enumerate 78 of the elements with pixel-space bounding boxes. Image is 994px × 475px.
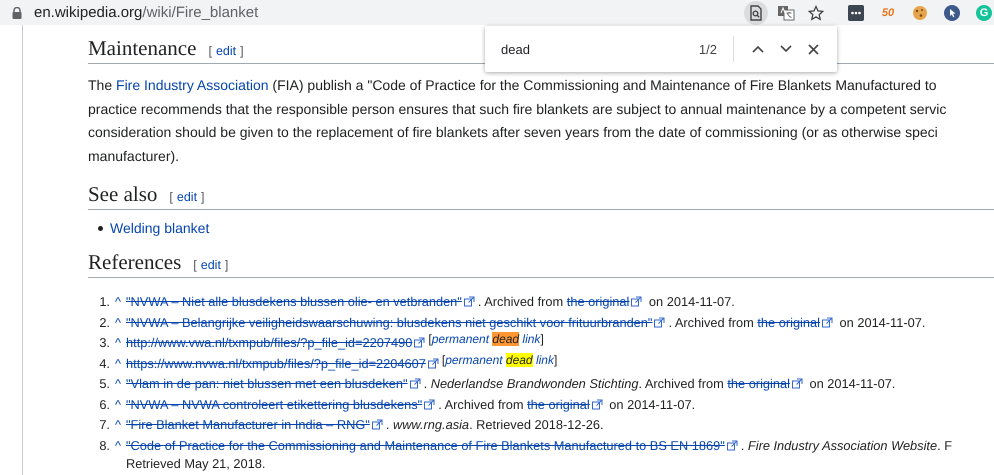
backlink[interactable]: ^ xyxy=(115,436,122,456)
backlink[interactable]: ^ xyxy=(115,354,122,374)
external-link-icon xyxy=(822,316,833,328)
citation-text: . www.rng.asia. Retrieved 2018-12-26. xyxy=(386,417,604,432)
close-icon[interactable] xyxy=(808,44,819,54)
reference-link[interactable]: "Fire Blanket Manufacturer in India – RNG" xyxy=(126,417,370,432)
backlink[interactable]: ^ xyxy=(115,394,122,415)
reference-number: 6. xyxy=(98,396,110,414)
cookie-icon[interactable] xyxy=(912,4,928,20)
citation-text: on 2014-11-07. xyxy=(838,314,926,330)
reference-link[interactable]: "NVWA – Niet alle blusdekens blussen olie- en vetbranden" xyxy=(126,294,462,309)
extension-icon[interactable] xyxy=(848,4,864,20)
edit-link[interactable]: edit xyxy=(200,258,221,272)
find-icon[interactable] xyxy=(744,0,768,24)
citation-text: on 2014-11-07. xyxy=(608,396,696,412)
external-link-icon xyxy=(428,358,439,368)
up-icon[interactable] xyxy=(752,45,764,53)
reference-link[interactable]: the original xyxy=(757,314,820,330)
citation-text: Retrieved May 21, 2018. xyxy=(126,456,266,471)
down-icon[interactable] xyxy=(780,45,792,53)
dead-link-tag[interactable]: [permanent dead link] xyxy=(442,352,558,366)
backlink[interactable]: ^ xyxy=(115,292,122,312)
external-link-icon xyxy=(464,296,475,307)
citation-text: . Archived from xyxy=(668,314,755,330)
section-heading: References [ edit ] xyxy=(88,250,994,278)
reference-link[interactable]: "NVWA – NVWA controleert etikettering blusdekens" xyxy=(126,396,422,412)
edit-link[interactable]: edit xyxy=(176,190,198,204)
bracket: ] xyxy=(201,190,205,204)
reference-link[interactable]: "Vlam in de pan: niet blussen met een blusdeken" xyxy=(126,376,408,391)
section-heading: See also [ edit ] xyxy=(88,182,994,210)
bracket: [ xyxy=(208,44,212,58)
backlink[interactable]: ^ xyxy=(115,333,122,354)
external-link-icon xyxy=(726,440,738,450)
reference-number: 8. xyxy=(98,436,110,454)
citation-text: . Fire Industry Association Website. F xyxy=(740,438,952,452)
reference-link[interactable]: https://www.nvwa.nl/txmpub/files/?p_file_id=2204607 xyxy=(126,356,426,370)
external-link-icon xyxy=(372,419,383,430)
cursor-icon[interactable] xyxy=(944,4,960,20)
bullet-icon xyxy=(98,226,103,230)
bracket: [ xyxy=(193,258,197,272)
citation-text: . Archived from xyxy=(438,396,525,412)
bracket: ] xyxy=(224,258,228,272)
backlink[interactable]: ^ xyxy=(115,312,122,333)
reference-number: 7. xyxy=(98,416,110,434)
reference-link[interactable]: the original xyxy=(727,376,790,391)
article-link[interactable]: Welding blanket xyxy=(110,220,210,236)
paragraph: The Fire Industry Association (FIA) publish a "Code of Practice for the Commissioning and Maintenance of Fire Blankets Manufactured to practice recommends that the responsible person ensures that such fire blankets are subject to annual maintenance by a competent servic consideration should be given to the replacement of fire blankets after seven years from the date of commissioning (or as otherwise speci manufacturer). xyxy=(88,76,948,166)
reference-number: 5. xyxy=(98,375,110,393)
bracket: ] xyxy=(240,44,244,58)
bracket: [ xyxy=(169,190,173,204)
reference-number: 2. xyxy=(98,314,110,332)
external-link-icon xyxy=(414,337,426,348)
citation-text: . Nederlandse Brandwonden Stichting. Archived from xyxy=(424,376,725,391)
reference-link[interactable]: http://www.vwa.nl/txmpub/files/?p_file_id=2207490 xyxy=(126,335,412,350)
reference-link[interactable]: the original xyxy=(527,396,590,412)
lock-icon xyxy=(12,6,22,18)
reference-number: 1. xyxy=(98,293,110,311)
citation-text: on 2014-11-07. xyxy=(808,376,896,391)
external-link-icon xyxy=(631,296,642,307)
external-link-icon xyxy=(424,398,436,410)
edit-link[interactable]: edit xyxy=(216,44,236,58)
find-input[interactable]: dead xyxy=(501,42,699,56)
article-link[interactable]: Fire Industry Association xyxy=(116,77,269,93)
reference-link[interactable]: the original xyxy=(566,294,630,309)
backlink[interactable]: ^ xyxy=(115,374,122,394)
backlink[interactable]: ^ xyxy=(115,415,122,436)
external-link-icon xyxy=(654,316,666,328)
citation-text: . Archived from xyxy=(478,294,564,309)
external-link-icon xyxy=(792,378,803,389)
match-count: 1/2 xyxy=(698,42,717,56)
reference-number: 4. xyxy=(98,354,110,372)
citation-text: on 2014-11-07. xyxy=(648,294,735,309)
external-link-icon xyxy=(410,378,421,389)
reference-link[interactable]: "Code of Practice for the Commissioning and Maintenance of Fire Blankets Manufactured to BS EN 1869" xyxy=(126,438,725,452)
reference-number: 3. xyxy=(98,334,110,352)
reference-link[interactable]: "NVWA – Belangrijke veiligheidswaarschuwing: blusdekens niet geschikt voor frituurbranden" xyxy=(126,314,652,330)
external-link-icon xyxy=(592,398,603,410)
url-text[interactable]: en.wikipedia.org/wiki/Fire_blanket xyxy=(34,4,258,21)
